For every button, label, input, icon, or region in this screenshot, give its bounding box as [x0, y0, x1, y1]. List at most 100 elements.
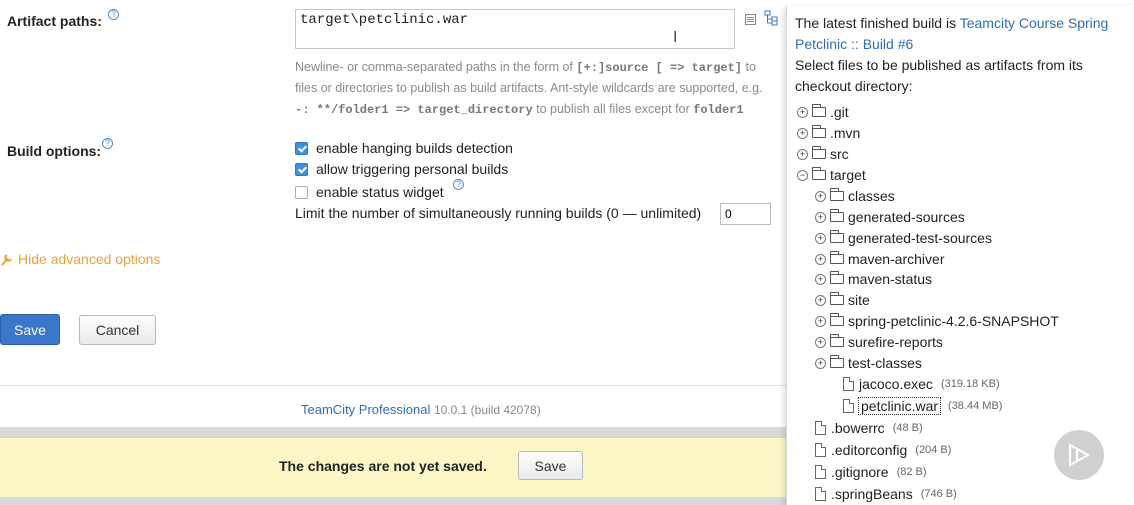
tree-item-name[interactable]: jacoco.exec	[859, 376, 933, 392]
artifact-paths-input[interactable]	[295, 9, 735, 49]
hint-code: -: **/folder1 => target_directory	[295, 103, 533, 117]
hint-text: to	[742, 60, 756, 74]
tree-folder-row[interactable]: + src	[797, 146, 849, 162]
checkbox-hanging-builds[interactable]	[295, 141, 308, 155]
option-personal-builds[interactable]: allow triggering personal builds	[295, 161, 508, 177]
text-cursor-icon: I	[673, 29, 678, 46]
hint-text: Newline- or comma-separated paths in the…	[295, 60, 577, 74]
tree-folder-row[interactable]: + site	[815, 292, 870, 308]
cancel-button[interactable]: Cancel	[79, 315, 156, 345]
folder-icon	[812, 146, 826, 159]
tree-item-name[interactable]: src	[830, 146, 849, 162]
expand-icon[interactable]: +	[815, 315, 826, 327]
tree-folder-row[interactable]: + maven-archiver	[815, 251, 944, 267]
hint-text: to publish all files except for	[532, 102, 694, 116]
tree-folder-row[interactable]: + classes	[815, 188, 895, 204]
unsaved-changes-bar: The changes are not yet saved. Save	[0, 437, 786, 498]
option-status-widget[interactable]: enable status widget	[295, 184, 444, 200]
tree-item-name[interactable]: .gitignore	[831, 464, 889, 480]
collapse-icon[interactable]: −	[797, 169, 808, 181]
tree-file-row[interactable]: .editorconfig (204 B)	[815, 442, 951, 458]
expand-icon[interactable]: +	[797, 148, 808, 160]
tree-item-name[interactable]: target	[830, 167, 866, 183]
expand-icon[interactable]: +	[797, 106, 808, 118]
limit-builds-label: Limit the number of simultaneously runni…	[295, 205, 701, 221]
hint-text: files or directories to publish as build…	[295, 81, 763, 95]
play-icon	[1069, 443, 1091, 467]
tree-item-name[interactable]: site	[848, 292, 870, 308]
checkbox-personal-builds[interactable]	[295, 162, 308, 176]
tree-folder-row[interactable]: + maven-status	[815, 271, 932, 287]
tree-picker-icon[interactable]	[764, 10, 778, 26]
expand-icon[interactable]: +	[815, 294, 826, 306]
tree-folder-row[interactable]: + .mvn	[797, 125, 860, 141]
tree-item-name[interactable]: surefire-reports	[848, 334, 943, 350]
unsaved-message-text: The changes are not yet saved.	[279, 458, 487, 474]
tree-item-name[interactable]: .springBeans	[831, 486, 913, 502]
gray-strip	[0, 427, 786, 437]
cancel-button-label: Cancel	[95, 322, 140, 338]
tree-item-name[interactable]: maven-status	[848, 271, 932, 287]
file-size: (48 B)	[892, 422, 923, 434]
tree-file-row[interactable]: .gitignore (82 B)	[815, 464, 927, 480]
tree-item-name[interactable]: generated-test-sources	[848, 230, 992, 246]
divider	[0, 385, 786, 386]
folder-icon	[830, 313, 844, 326]
artifact-paths-label-text: Artifact paths:	[7, 13, 102, 29]
expand-icon[interactable]: +	[815, 357, 826, 369]
unsaved-message: The changes are not yet saved.	[279, 458, 487, 474]
file-icon	[815, 421, 826, 435]
unsaved-save-label: Save	[534, 457, 567, 474]
tree-folder-row[interactable]: − target	[797, 167, 866, 183]
folder-icon	[830, 188, 844, 201]
play-overlay-icon[interactable]	[1054, 430, 1104, 480]
tree-file-row[interactable]: jacoco.exec (319.18 KB)	[843, 376, 1000, 392]
build-options-label: Build options:	[7, 143, 101, 159]
unsaved-save-button[interactable]: Save	[518, 451, 583, 480]
tree-item-name[interactable]: .git	[830, 104, 849, 120]
tree-folder-row[interactable]: + test-classes	[815, 355, 922, 371]
tree-item-name[interactable]: classes	[848, 188, 895, 204]
tree-item-name[interactable]: .bowerrc	[831, 420, 885, 436]
option-hanging-builds[interactable]: enable hanging builds detection	[295, 140, 513, 156]
teamcity-link[interactable]: TeamCity Professional	[301, 402, 430, 417]
tree-item-name[interactable]: spring-petclinic-4.2.6-SNAPSHOT	[848, 313, 1059, 329]
checkbox-status-widget[interactable]	[295, 185, 308, 199]
folder-icon	[830, 334, 844, 347]
tree-folder-row[interactable]: + surefire-reports	[815, 334, 943, 350]
folder-icon	[812, 125, 826, 138]
artifact-hint-line1: Newline- or comma-separated paths in the…	[295, 57, 756, 79]
tree-file-row[interactable]: .springBeans (746 B)	[815, 486, 957, 502]
help-icon[interactable]: ?	[108, 9, 119, 20]
expand-icon[interactable]: +	[815, 253, 826, 265]
limit-builds-input[interactable]	[720, 203, 771, 225]
tree-item-name[interactable]: .editorconfig	[831, 442, 907, 458]
tree-folder-row[interactable]: + generated-sources	[815, 209, 965, 225]
save-button-label: Save	[14, 321, 46, 338]
expand-icon[interactable]: +	[815, 190, 826, 202]
popup-description: Select files to be published as artifact…	[795, 57, 1083, 94]
tree-folder-row[interactable]: + spring-petclinic-4.2.6-SNAPSHOT	[815, 313, 1059, 329]
tree-folder-row[interactable]: + .git	[797, 104, 849, 120]
expand-icon[interactable]: +	[815, 232, 826, 244]
tree-file-row[interactable]: .bowerrc (48 B)	[815, 420, 923, 436]
tree-file-row[interactable]: petclinic.war (38.44 MB)	[843, 397, 1002, 415]
file-size: (746 B)	[920, 488, 957, 500]
file-size: (319.18 KB)	[940, 378, 1000, 390]
save-button[interactable]: Save	[0, 314, 60, 345]
tree-item-name[interactable]: .mvn	[830, 125, 860, 141]
hide-advanced-options-link[interactable]: Hide advanced options	[0, 251, 160, 267]
help-icon[interactable]: ?	[453, 179, 464, 190]
tree-item-name[interactable]: generated-sources	[848, 209, 965, 225]
tree-item-name[interactable]: maven-archiver	[848, 251, 944, 267]
expand-icon[interactable]: +	[815, 336, 826, 348]
expand-icon[interactable]: +	[815, 211, 826, 223]
help-icon[interactable]: ?	[102, 138, 113, 149]
tree-folder-row[interactable]: + generated-test-sources	[815, 230, 992, 246]
tree-item-name[interactable]: petclinic.war	[857, 397, 942, 415]
option-label: enable hanging builds detection	[316, 140, 513, 156]
expand-icon[interactable]: +	[797, 127, 808, 139]
expand-icon[interactable]: +	[815, 273, 826, 285]
tree-item-name[interactable]: test-classes	[848, 355, 922, 371]
list-icon[interactable]	[745, 14, 756, 25]
